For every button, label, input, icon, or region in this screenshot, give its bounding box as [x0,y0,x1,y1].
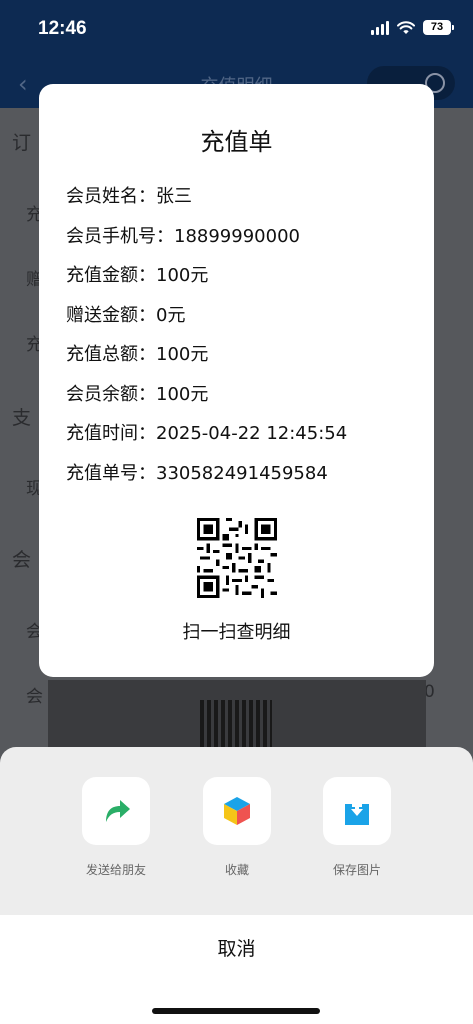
favorite-cube-icon [224,797,250,825]
send-to-friend-button[interactable]: 发送给朋友 [68,777,164,878]
background-section-label: 订 [12,132,32,154]
qr-caption: 扫一扫查明细 [182,622,291,643]
save-image-tile[interactable] [323,777,391,845]
download-icon [345,797,369,825]
member-balance-row: 会员余额：100元 [66,384,209,405]
home-indicator [152,1008,320,1014]
cancel-button[interactable]: 取消 [0,915,473,983]
background-row-label: 会 [26,687,43,707]
favorite-tile[interactable] [203,777,271,845]
recharge-amount-row: 充值金额：100元 [66,265,209,286]
share-arrow-icon [106,800,130,822]
background-section-label: 会 [12,549,32,571]
status-time: 12:46 [38,18,87,39]
wifi-icon [397,20,415,34]
status-icons: 73 [371,20,454,35]
save-image-button[interactable]: 保存图片 [309,777,405,878]
order-number-row: 充值单号：330582491459584 [66,463,328,484]
member-name-row: 会员姓名：张三 [66,186,192,207]
favorite-label: 收藏 [224,863,249,877]
total-amount-row: 充值总额：100元 [66,344,209,365]
member-phone-row: 会员手机号：18899990000 [66,226,300,247]
battery-indicator: 73 [423,20,454,35]
recharge-receipt-card: 充值单 会员姓名：张三 会员手机号：18899990000 充值金额：100元 … [39,84,434,677]
receipt-title: 充值单 [200,128,273,156]
recharge-time-row: 充值时间：2025-04-22 12:45:54 [66,423,348,444]
share-sheet: 发送给朋友 收藏 保存图片 取消 [0,747,473,1024]
save-image-label: 保存图片 [332,863,381,877]
send-to-friend-label: 发送给朋友 [85,863,146,877]
background-section-label: 支 [12,407,32,429]
bonus-amount-row: 赠送金额：0元 [66,305,186,326]
favorite-button[interactable]: 收藏 [189,777,285,878]
background-qr-code [200,700,272,748]
qr-code[interactable] [197,518,277,598]
send-to-friend-tile[interactable] [82,777,150,845]
cellular-signal-icon [371,20,389,35]
